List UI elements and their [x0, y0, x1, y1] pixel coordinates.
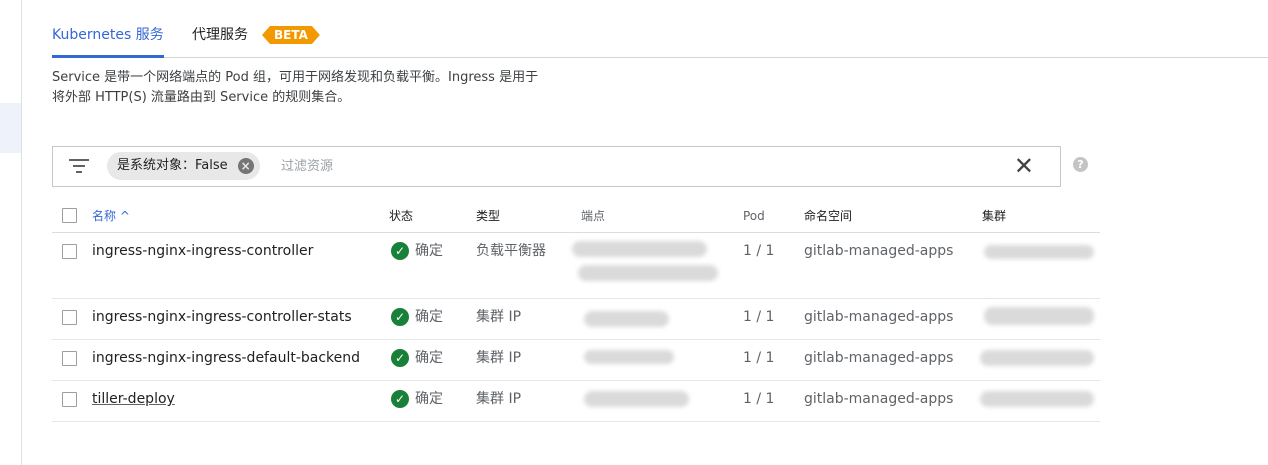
status-text: 确定 [415, 309, 443, 325]
namespace-cell: gitlab-managed-apps [804, 350, 954, 366]
redacted-endpoint [578, 265, 718, 281]
column-header-endpoint[interactable]: 端点 [581, 208, 605, 224]
pod-count: 1 / 1 [743, 309, 775, 325]
redacted-cluster [984, 245, 1094, 259]
redacted-cluster [980, 391, 1094, 407]
left-nav-rail [0, 0, 22, 465]
service-tabs: Kubernetes 服务 代理服务 BETA [52, 24, 1268, 58]
filter-chip-system-object[interactable]: 是系统对象：False × [107, 152, 260, 180]
type-cell: 集群 IP [476, 350, 522, 366]
column-header-name[interactable]: 名称 ^ [92, 208, 130, 224]
column-header-namespace[interactable]: 命名空间 [804, 208, 852, 224]
clear-filter-icon[interactable]: ✕ [1014, 153, 1034, 179]
status-text: 确定 [415, 243, 443, 259]
beta-badge: BETA [262, 26, 320, 44]
page-description: Service 是带一个网络端点的 Pod 组，可用于网络发现和负载平衡。Ing… [52, 68, 612, 108]
tab-proxy-services[interactable]: 代理服务 [192, 24, 248, 46]
column-header-pod[interactable]: Pod [743, 208, 765, 224]
namespace-cell: gitlab-managed-apps [804, 391, 954, 407]
filter-chip-label: 是系统对象：False [117, 158, 228, 173]
pod-count: 1 / 1 [743, 243, 775, 259]
redacted-endpoint [584, 391, 689, 407]
status-cell: ✓ 确定 [391, 299, 443, 335]
type-cell: 负载平衡器 [476, 243, 546, 259]
tab-kubernetes-services[interactable]: Kubernetes 服务 [52, 24, 164, 58]
service-name-link[interactable]: tiller-deploy [92, 381, 175, 417]
column-header-status[interactable]: 状态 [389, 208, 413, 224]
service-name-link[interactable]: ingress-nginx-ingress-default-backend [92, 340, 360, 376]
resource-filter-bar[interactable]: 是系统对象：False × 过滤资源 ✕ [52, 146, 1061, 187]
status-text: 确定 [415, 391, 443, 407]
type-cell: 集群 IP [476, 391, 522, 407]
redacted-endpoint [584, 350, 674, 364]
left-nav-selected-item[interactable] [0, 103, 21, 153]
table-row[interactable]: tiller-deploy ✓ 确定 集群 IP 1 / 1 gitlab-ma… [52, 381, 1100, 422]
pod-count: 1 / 1 [743, 391, 775, 407]
table-row[interactable]: ingress-nginx-ingress-default-backend ✓ … [52, 340, 1100, 381]
redacted-cluster [980, 350, 1094, 366]
column-header-type[interactable]: 类型 [476, 208, 500, 224]
redacted-cluster [984, 307, 1094, 325]
status-cell: ✓ 确定 [391, 381, 443, 417]
table-header: 名称 ^ 状态 类型 端点 Pod 命名空间 集群 [52, 200, 1100, 233]
redacted-endpoint [572, 241, 707, 257]
check-circle-icon: ✓ [391, 242, 409, 260]
help-icon[interactable]: ? [1073, 157, 1088, 172]
row-checkbox[interactable] [62, 310, 77, 325]
check-circle-icon: ✓ [391, 349, 409, 367]
filter-input[interactable]: 过滤资源 [281, 147, 333, 186]
column-header-cluster[interactable]: 集群 [982, 208, 1006, 224]
pod-count: 1 / 1 [743, 350, 775, 366]
namespace-cell: gitlab-managed-apps [804, 309, 954, 325]
tab-proxy-label: 代理服务 [192, 27, 248, 43]
row-checkbox[interactable] [62, 392, 77, 407]
status-cell: ✓ 确定 [391, 233, 443, 269]
status-cell: ✓ 确定 [391, 340, 443, 376]
services-table: 名称 ^ 状态 类型 端点 Pod 命名空间 集群 ingress-nginx-… [52, 200, 1100, 422]
row-checkbox[interactable] [62, 244, 77, 259]
redacted-endpoint [584, 311, 669, 327]
filter-icon[interactable] [69, 158, 89, 174]
select-all-checkbox[interactable] [62, 208, 77, 223]
check-circle-icon: ✓ [391, 390, 409, 408]
tab-kubernetes-label: Kubernetes 服务 [52, 27, 164, 43]
namespace-cell: gitlab-managed-apps [804, 243, 954, 259]
row-checkbox[interactable] [62, 351, 77, 366]
sort-ascending-icon: ^ [119, 209, 130, 223]
service-name-link[interactable]: ingress-nginx-ingress-controller [92, 233, 313, 269]
status-text: 确定 [415, 350, 443, 366]
description-line-1: Service 是带一个网络端点的 Pod 组，可用于网络发现和负载平衡。Ing… [52, 70, 539, 85]
active-tab-indicator [52, 55, 164, 58]
chip-remove-icon[interactable]: × [237, 158, 254, 174]
description-line-2: 将外部 HTTP(S) 流量路由到 Service 的规则集合。 [52, 90, 351, 105]
type-cell: 集群 IP [476, 309, 522, 325]
column-name-label: 名称 [92, 209, 117, 223]
check-circle-icon: ✓ [391, 308, 409, 326]
table-row[interactable]: ingress-nginx-ingress-controller ✓ 确定 负载… [52, 233, 1100, 299]
table-row[interactable]: ingress-nginx-ingress-controller-stats ✓… [52, 299, 1100, 340]
service-name-link[interactable]: ingress-nginx-ingress-controller-stats [92, 299, 352, 335]
